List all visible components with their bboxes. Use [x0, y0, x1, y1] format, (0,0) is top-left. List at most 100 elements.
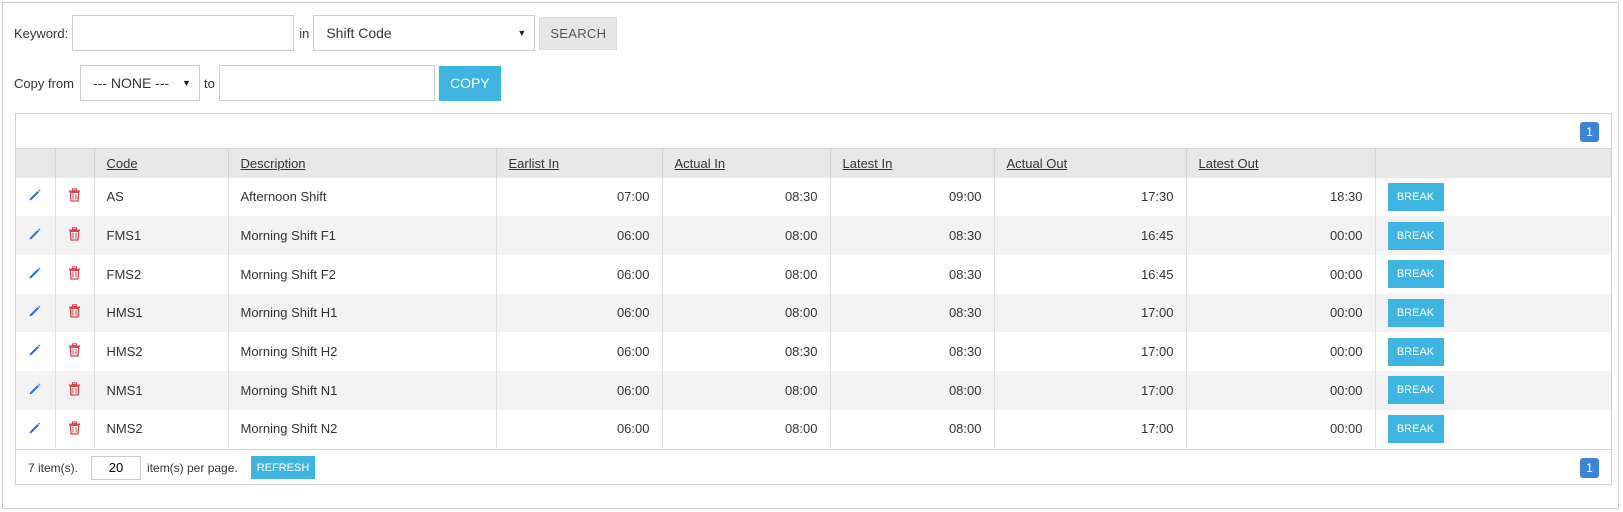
description-cell: Morning Shift N1	[228, 370, 497, 410]
edit-cell	[16, 370, 56, 410]
table-row: AS Afternoon Shift 07:00 08:30 09:00 17:30 18:…	[16, 177, 1611, 217]
col-earliest-in[interactable]: Earlist In	[496, 148, 663, 178]
col-description[interactable]: Description	[228, 148, 497, 178]
copy-from-select[interactable]: --- NONE --- ▼	[79, 65, 200, 101]
trash-icon[interactable]	[68, 266, 81, 283]
col-code-label[interactable]: Code	[107, 156, 138, 171]
actual-in-cell: 08:30	[662, 332, 831, 371]
latest-in-cell: 08:30	[830, 332, 995, 371]
page-1-button[interactable]: 1	[1580, 458, 1599, 478]
edit-cell	[16, 177, 56, 217]
pencil-icon[interactable]	[28, 304, 42, 321]
code-cell: FMS1	[94, 216, 229, 255]
trash-icon[interactable]	[68, 188, 81, 205]
actual-in-cell: 08:00	[662, 254, 831, 294]
refresh-button[interactable]: REFRESH	[250, 456, 316, 479]
col-actual-in-label[interactable]: Actual In	[675, 156, 726, 171]
latest-in-cell: 08:30	[830, 293, 995, 333]
break-button[interactable]: BREAK	[1387, 221, 1444, 250]
actual-out-cell: 17:00	[994, 409, 1187, 449]
description-cell: Morning Shift H2	[228, 332, 497, 371]
code-cell: AS	[94, 177, 229, 217]
col-latest-out-label[interactable]: Latest Out	[1199, 156, 1259, 171]
break-button[interactable]: BREAK	[1387, 414, 1444, 443]
code-cell: NMS2	[94, 409, 229, 449]
col-latest-out[interactable]: Latest Out	[1186, 148, 1376, 178]
trash-icon[interactable]	[68, 227, 81, 244]
description-cell: Morning Shift H1	[228, 293, 497, 333]
pencil-icon[interactable]	[28, 227, 42, 244]
col-actions	[1375, 148, 1611, 178]
col-actual-in[interactable]: Actual In	[662, 148, 831, 178]
table-body: AS Afternoon Shift 07:00 08:30 09:00 17:30 18:…	[16, 177, 1611, 449]
col-latest-in[interactable]: Latest In	[830, 148, 995, 178]
table-row: HMS2 Morning Shift H2 06:00 08:30 08:30 17:00…	[16, 332, 1611, 371]
actual-out-cell: 17:30	[994, 177, 1187, 217]
actions-cell: BREAK	[1375, 178, 1611, 217]
col-description-label[interactable]: Description	[241, 156, 306, 171]
description-cell: Afternoon Shift	[228, 177, 497, 217]
actions-cell: BREAK	[1375, 255, 1611, 294]
latest-out-cell: 00:00	[1186, 254, 1376, 294]
code-cell: HMS1	[94, 293, 229, 333]
col-earliest-in-label[interactable]: Earlist In	[509, 156, 560, 171]
break-button[interactable]: BREAK	[1387, 337, 1444, 366]
col-actual-out[interactable]: Actual Out	[994, 148, 1187, 178]
col-actual-out-label[interactable]: Actual Out	[1007, 156, 1068, 171]
latest-out-cell: 00:00	[1186, 370, 1376, 410]
edit-cell	[16, 216, 56, 255]
latest-in-cell: 08:00	[830, 409, 995, 449]
delete-cell	[55, 332, 95, 371]
break-button[interactable]: BREAK	[1387, 376, 1444, 405]
delete-cell	[55, 370, 95, 410]
search-field-select[interactable]: Shift Code ▼	[313, 15, 536, 51]
col-code[interactable]: Code	[94, 148, 229, 178]
keyword-input[interactable]	[72, 15, 295, 51]
copy-bar: Copy from --- NONE --- ▼ to COPY	[14, 65, 501, 101]
break-button[interactable]: BREAK	[1387, 182, 1444, 211]
latest-out-cell: 00:00	[1186, 409, 1376, 449]
latest-out-cell: 00:00	[1186, 216, 1376, 255]
search-button[interactable]: SEARCH	[539, 16, 618, 50]
actual-in-cell: 08:00	[662, 409, 831, 449]
actual-in-cell: 08:00	[662, 216, 831, 255]
actual-out-cell: 17:00	[994, 332, 1187, 371]
actual-out-cell: 17:00	[994, 370, 1187, 410]
actions-cell: BREAK	[1375, 332, 1611, 371]
item-count: 7 item(s).	[28, 460, 79, 475]
shift-grid: 1 Code Description Earlist In Actual In …	[15, 113, 1612, 485]
page-1-button[interactable]: 1	[1580, 122, 1599, 142]
keyword-label: Keyword:	[14, 25, 69, 41]
break-button[interactable]: BREAK	[1387, 298, 1444, 327]
latest-in-cell: 09:00	[830, 177, 995, 217]
actions-cell: BREAK	[1375, 216, 1611, 255]
edit-cell	[16, 409, 56, 449]
edit-cell	[16, 293, 56, 333]
actual-out-cell: 17:00	[994, 293, 1187, 333]
trash-icon[interactable]	[68, 420, 81, 438]
table-row: NMS1 Morning Shift N1 06:00 08:00 08:00 17:00…	[16, 370, 1611, 410]
pencil-icon[interactable]	[28, 266, 42, 283]
trash-icon[interactable]	[68, 343, 81, 360]
pencil-icon[interactable]	[28, 188, 42, 205]
search-bar: Keyword: in Shift Code ▼ SEARCH	[14, 15, 618, 51]
code-cell: NMS1	[94, 370, 229, 410]
actual-in-cell: 08:00	[662, 370, 831, 410]
pencil-icon[interactable]	[28, 343, 42, 360]
pencil-icon[interactable]	[28, 421, 42, 438]
copy-from-value: --- NONE ---	[92, 75, 170, 91]
caret-down-icon: ▼	[517, 28, 527, 38]
table-row: FMS2 Morning Shift F2 06:00 08:00 08:30 16:45…	[16, 254, 1611, 294]
col-latest-in-label[interactable]: Latest In	[843, 156, 893, 171]
per-page-input[interactable]	[91, 455, 142, 480]
pager-bottom: 1	[1580, 458, 1599, 478]
trash-icon[interactable]	[68, 304, 81, 321]
pencil-icon[interactable]	[28, 382, 42, 399]
trash-icon[interactable]	[68, 382, 81, 399]
copy-button[interactable]: COPY	[438, 65, 501, 101]
copy-to-input[interactable]	[218, 65, 435, 101]
break-button[interactable]: BREAK	[1387, 260, 1444, 289]
pager-top: 1	[1580, 122, 1599, 142]
code-cell: HMS2	[94, 332, 229, 371]
latest-in-cell: 08:30	[830, 254, 995, 294]
